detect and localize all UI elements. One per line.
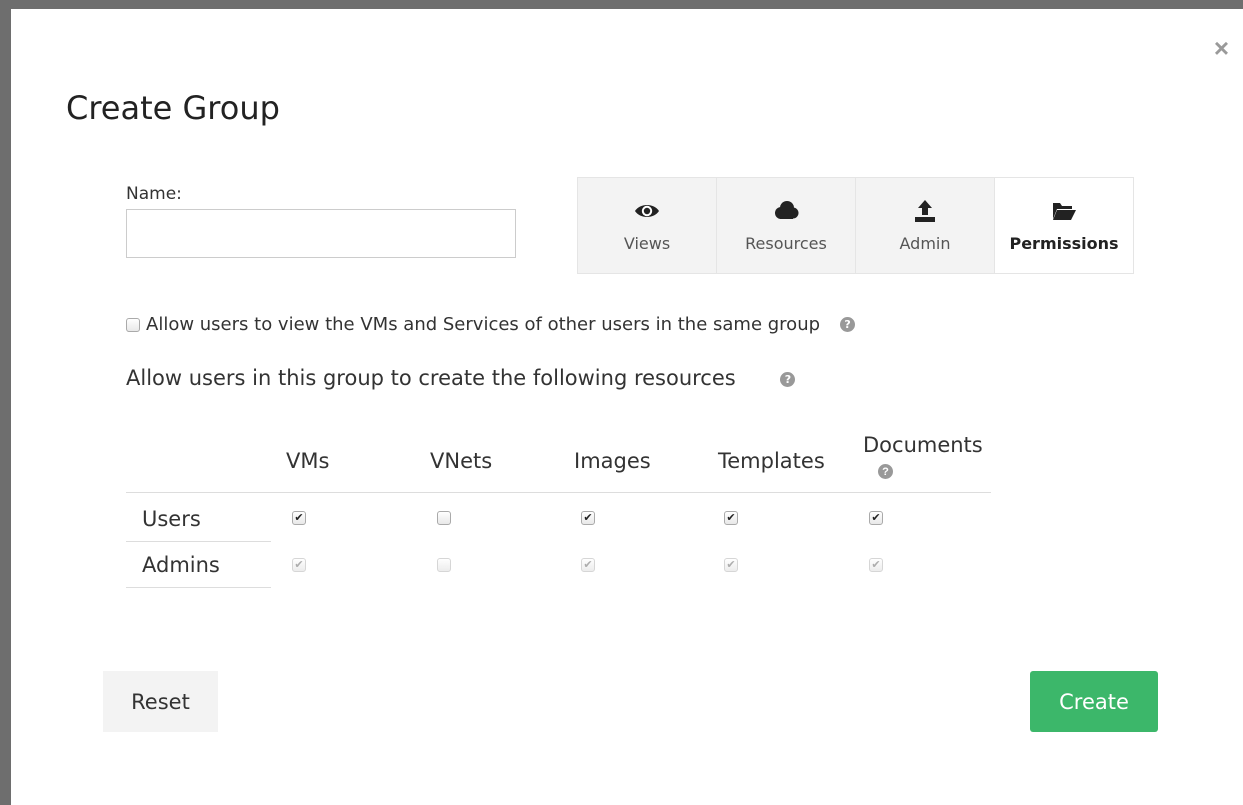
row-label-users: Users: [142, 507, 201, 531]
table-divider: [126, 587, 271, 588]
column-header-templates: Templates: [718, 449, 825, 473]
tab-label: Views: [623, 234, 671, 253]
column-header-vnets: VNets: [430, 449, 493, 473]
tab-admin[interactable]: Admin: [856, 178, 995, 273]
tab-label: Resources: [745, 234, 827, 253]
admins-documents-checkbox: [869, 558, 883, 572]
eye-icon: [635, 205, 659, 217]
admins-vnets-checkbox: [437, 558, 451, 572]
users-vms-checkbox[interactable]: [292, 511, 306, 525]
admins-vms-checkbox: [292, 558, 306, 572]
table-divider: [126, 492, 991, 493]
shared-view-label: Allow users to view the VMs and Services…: [146, 314, 821, 335]
name-input[interactable]: [126, 209, 516, 258]
folder-open-icon: [1053, 203, 1076, 220]
help-icon[interactable]: ?: [780, 372, 796, 387]
row-label-admins: Admins: [142, 553, 220, 577]
table-divider: [126, 541, 271, 542]
users-vnets-checkbox[interactable]: [437, 511, 451, 525]
resources-heading-text: Allow users in this group to create the …: [126, 366, 736, 390]
create-button[interactable]: Create: [1030, 671, 1158, 732]
create-group-dialog: × Create Group Name: Views Resources Adm…: [11, 9, 1243, 805]
tab-label: Admin: [899, 234, 951, 253]
upload-icon: [915, 200, 935, 222]
shared-view-checkbox[interactable]: [126, 317, 140, 332]
help-icon[interactable]: ?: [878, 464, 893, 479]
admins-images-checkbox: [581, 558, 595, 572]
tab-resources[interactable]: Resources: [717, 178, 856, 273]
users-images-checkbox[interactable]: [581, 511, 595, 525]
tab-label: Permissions: [1009, 234, 1119, 253]
tab-views[interactable]: Views: [578, 178, 717, 273]
column-header-documents: Documents: [863, 433, 983, 457]
close-icon[interactable]: ×: [1214, 35, 1229, 61]
reset-button[interactable]: Reset: [103, 671, 218, 732]
users-documents-checkbox[interactable]: [869, 511, 883, 525]
column-header-vms: VMs: [286, 449, 330, 473]
users-templates-checkbox[interactable]: [724, 511, 738, 525]
admins-templates-checkbox: [724, 558, 738, 572]
resources-heading: Allow users in this group to create the …: [126, 366, 796, 390]
dialog-title: Create Group: [66, 89, 280, 127]
shared-view-row: Allow users to view the VMs and Services…: [126, 314, 856, 335]
cloud-icon: [775, 201, 799, 219]
help-icon[interactable]: ?: [840, 317, 856, 332]
wizard-tabs: Views Resources Admin Permissions: [577, 177, 1134, 274]
column-header-images: Images: [574, 449, 651, 473]
tab-permissions[interactable]: Permissions: [995, 178, 1133, 273]
name-label: Name:: [126, 184, 182, 204]
